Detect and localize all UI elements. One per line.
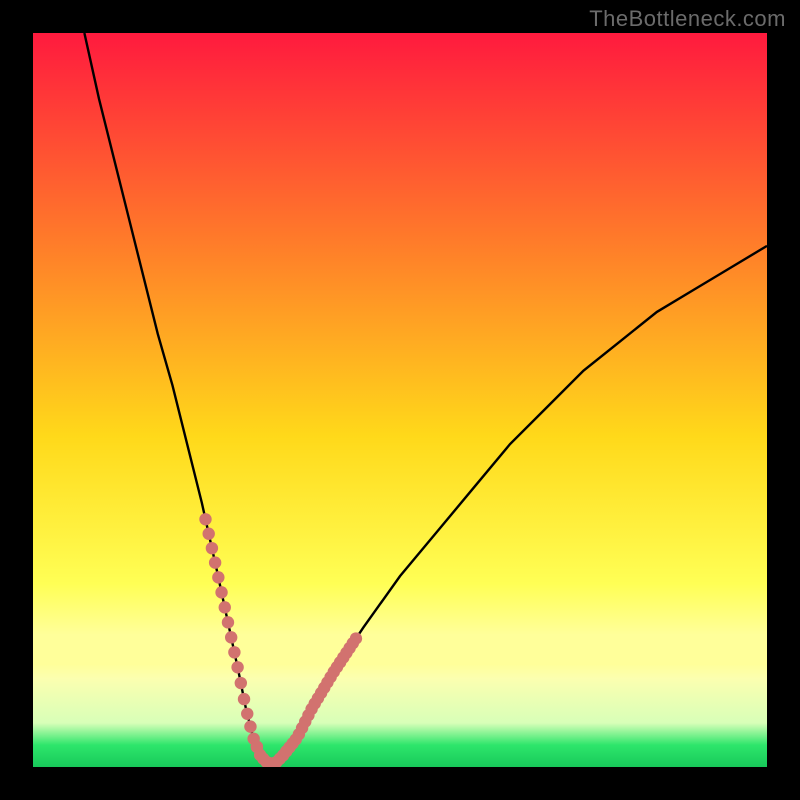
- bottleneck-chart: [0, 0, 800, 800]
- curve-marker-dot: [203, 528, 215, 540]
- curve-marker-dot: [244, 720, 256, 732]
- curve-marker-dot: [235, 677, 247, 689]
- curve-marker-dot: [215, 586, 227, 598]
- gradient-panel: [33, 33, 767, 767]
- chart-stage: TheBottleneck.com: [0, 0, 800, 800]
- curve-marker-dot: [206, 542, 218, 554]
- watermark-text: TheBottleneck.com: [589, 6, 786, 32]
- curve-marker-dot: [238, 693, 250, 705]
- curve-marker-dot: [212, 571, 224, 583]
- curve-marker-dot: [209, 556, 221, 568]
- curve-marker-dot: [219, 601, 231, 613]
- curve-marker-dot: [225, 631, 237, 643]
- curve-marker-dot: [199, 513, 211, 525]
- curve-marker-dot: [228, 646, 240, 658]
- curve-marker-dot: [222, 616, 234, 628]
- curve-marker-dot: [241, 708, 253, 720]
- curve-marker-dot: [350, 632, 362, 644]
- curve-marker-dot: [231, 661, 243, 673]
